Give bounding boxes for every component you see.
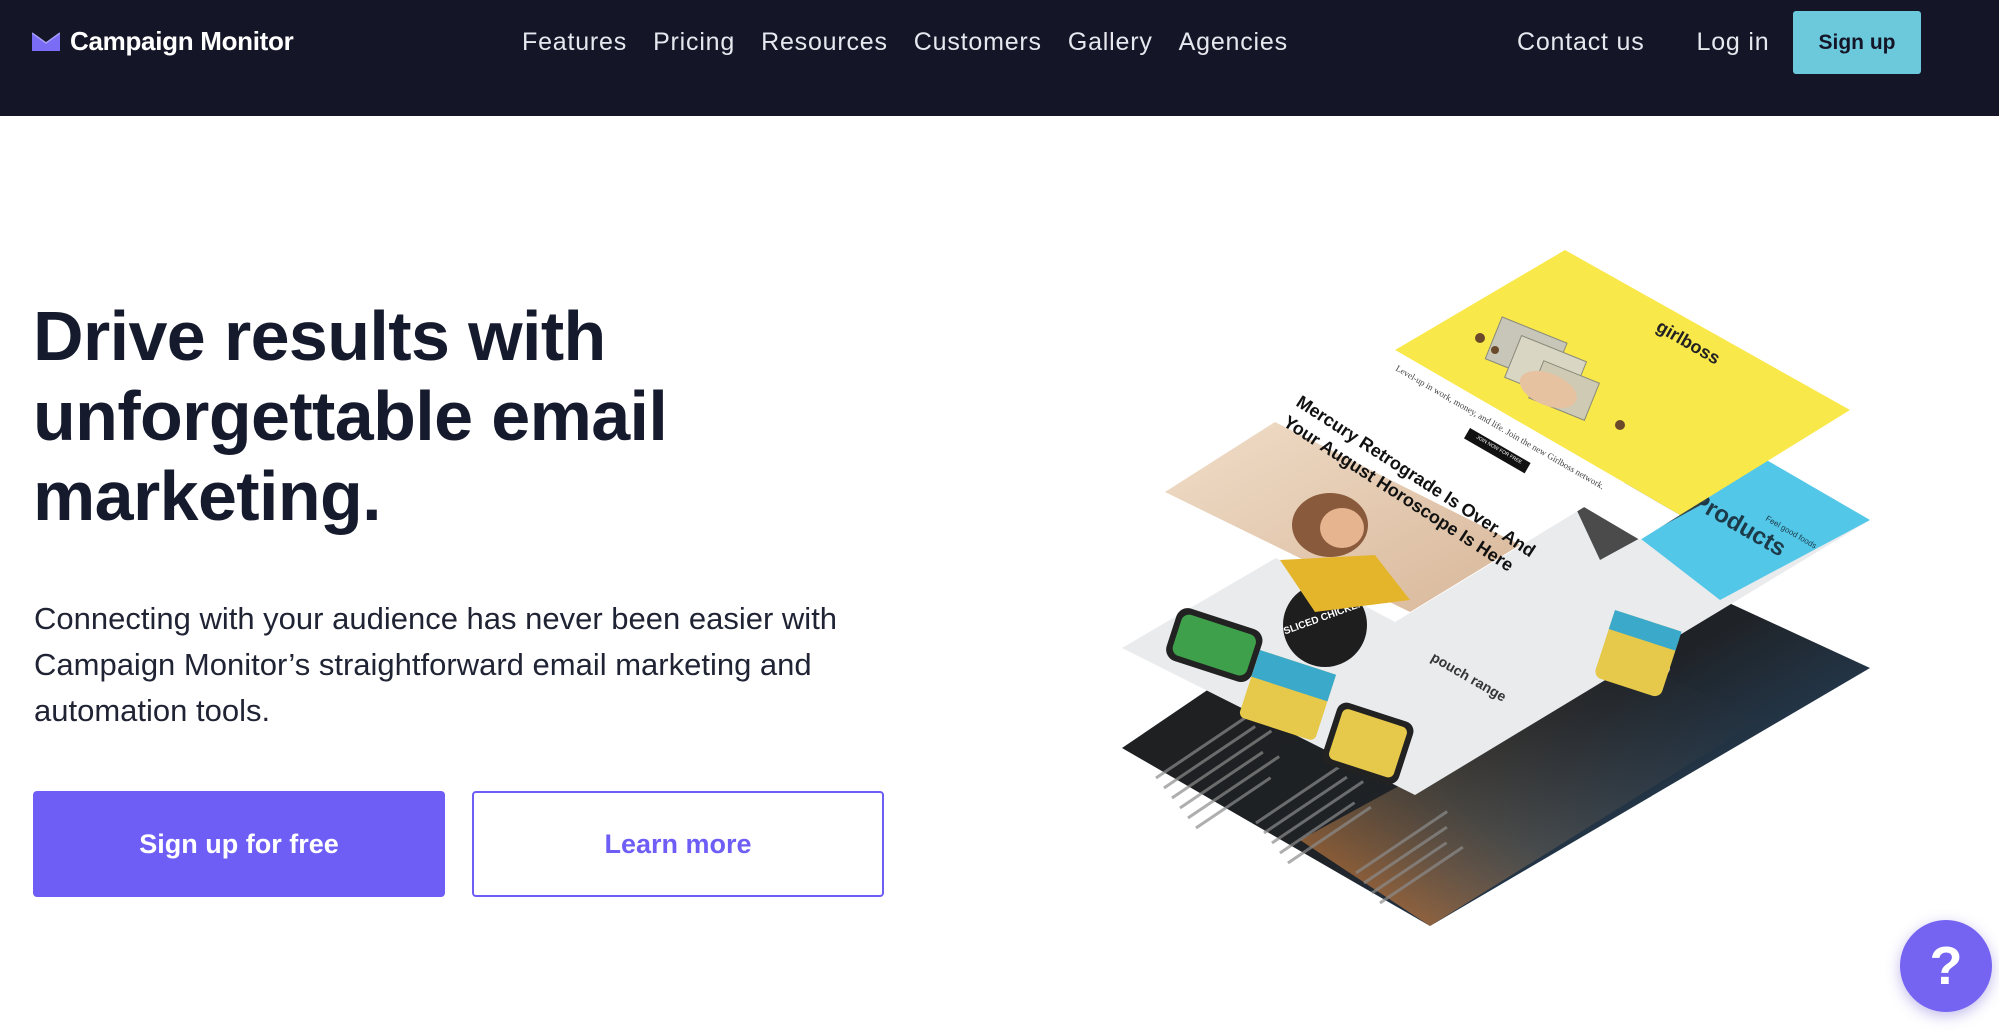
signup-button[interactable]: Sign up	[1793, 11, 1921, 74]
hero-illustration: SLICED CHICKEN pouch range Products Feel…	[1122, 250, 1870, 926]
sign-up-free-button[interactable]: Sign up for free	[33, 791, 445, 897]
secondary-nav: Contact us Log in	[1505, 26, 1782, 58]
learn-more-button[interactable]: Learn more	[472, 791, 884, 897]
nav-pricing[interactable]: Pricing	[640, 26, 748, 58]
logo[interactable]: Campaign Monitor	[32, 26, 294, 57]
logo-text: Campaign Monitor	[70, 26, 294, 56]
hero-subtitle: Connecting with your audience has never …	[34, 601, 838, 728]
primary-nav: Features Pricing Resources Customers Gal…	[510, 26, 1301, 58]
nav-log-in[interactable]: Log in	[1684, 26, 1783, 58]
nav-agencies[interactable]: Agencies	[1166, 26, 1301, 58]
logo-envelope-icon	[32, 31, 60, 51]
nav-gallery[interactable]: Gallery	[1055, 26, 1166, 58]
top-navigation: Campaign Monitor Features Pricing Resour…	[0, 0, 1999, 116]
hero-title: Drive results with unforgettable email m…	[33, 297, 668, 535]
nav-resources[interactable]: Resources	[748, 26, 901, 58]
help-chat-button[interactable]: ?	[1900, 920, 1992, 1012]
nav-features[interactable]: Features	[510, 26, 640, 58]
nav-contact-us[interactable]: Contact us	[1505, 26, 1658, 58]
nav-customers[interactable]: Customers	[901, 26, 1055, 58]
